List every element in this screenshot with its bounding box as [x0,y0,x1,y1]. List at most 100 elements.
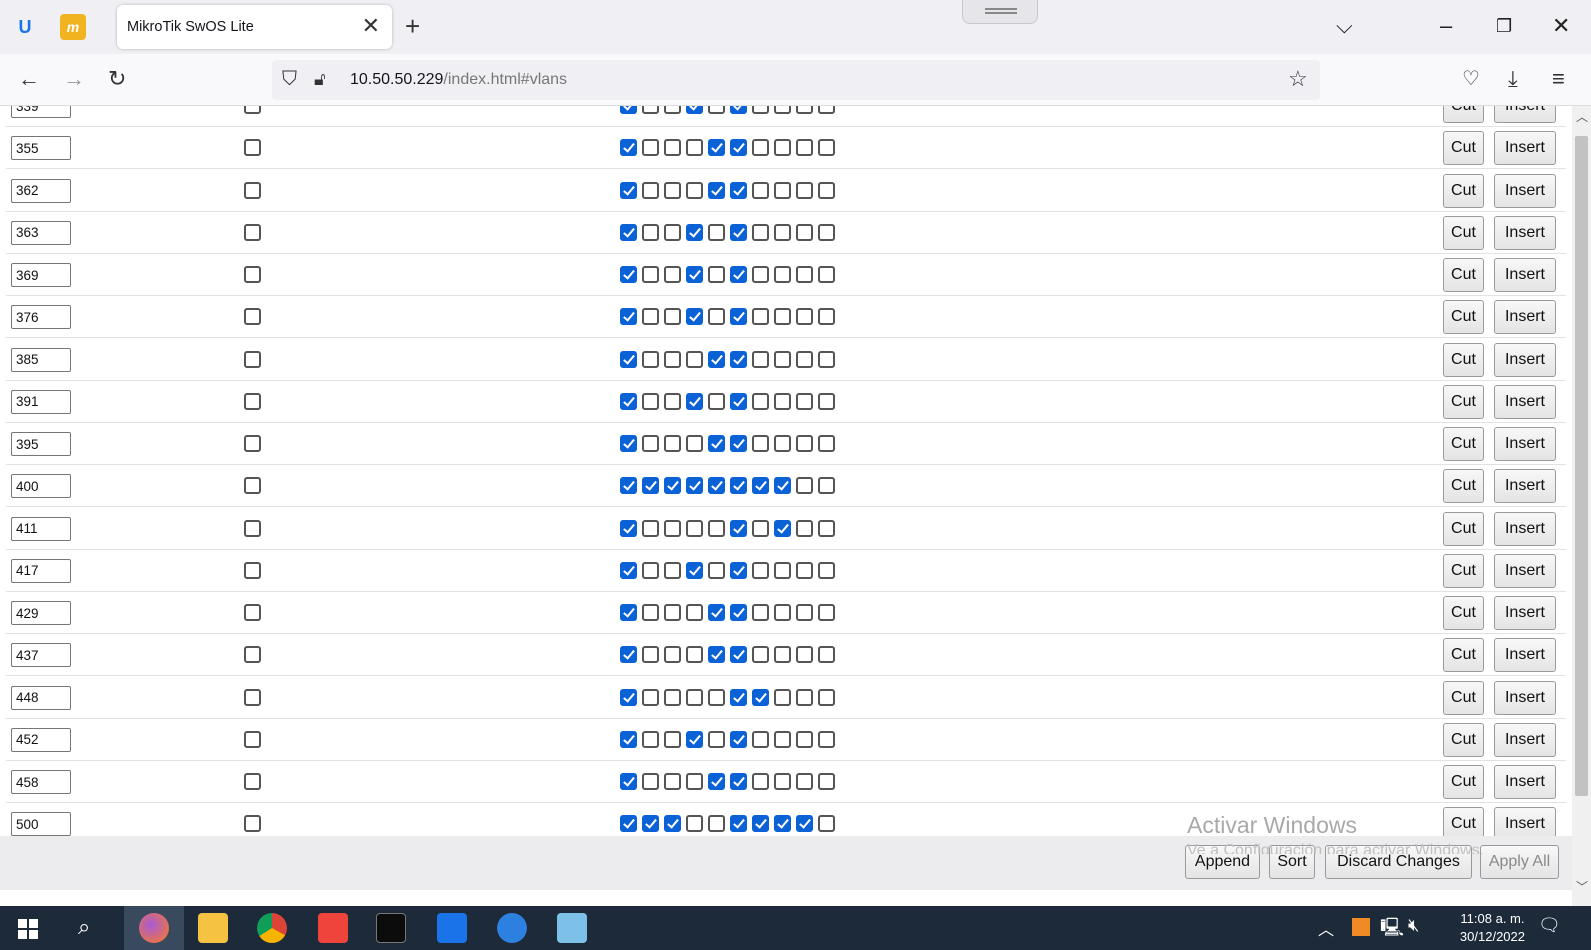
reload-icon[interactable]: ↻ [108,66,126,92]
port-10-member-checkbox[interactable] [818,139,835,157]
cut-button[interactable]: Cut [1443,680,1484,715]
tab-strip-handle[interactable] [962,0,1038,24]
new-tab-icon[interactable]: + [405,13,420,39]
port-4-member-checkbox[interactable] [686,561,703,579]
port-7-member-checkbox[interactable] [752,350,769,368]
port-1-member-checkbox[interactable] [620,561,637,579]
bookmark-star-icon[interactable]: ☆ [1288,66,1308,92]
cut-button[interactable]: Cut [1443,215,1484,250]
forward-icon[interactable]: → [63,66,85,92]
port-3-member-checkbox[interactable] [664,646,681,664]
tab-list-chevron-icon[interactable]: ⌵ [1336,12,1353,40]
unifi-tab-icon[interactable]: U [12,14,38,40]
port-2-member-checkbox[interactable] [642,181,659,199]
insert-button[interactable]: Insert [1494,553,1556,588]
port-2-member-checkbox[interactable] [642,815,659,833]
port-1-member-checkbox[interactable] [620,773,637,790]
vlan-id-input[interactable] [11,178,71,203]
port-9-member-checkbox[interactable] [796,266,813,283]
port-1-member-checkbox[interactable] [620,181,637,199]
port-9-member-checkbox[interactable] [796,392,813,410]
cut-button[interactable]: Cut [1443,131,1484,166]
cut-button[interactable]: Cut [1443,469,1484,504]
insert-button[interactable]: Insert [1494,215,1556,250]
port-5-member-checkbox[interactable] [708,106,725,114]
port-9-member-checkbox[interactable] [796,773,813,790]
port-8-member-checkbox[interactable] [774,223,791,241]
port-8-member-checkbox[interactable] [774,139,791,157]
port-5-member-checkbox[interactable] [708,646,725,664]
port-7-member-checkbox[interactable] [752,181,769,199]
port-8-member-checkbox[interactable] [774,688,791,706]
ivl-learning-checkbox[interactable] [244,106,261,114]
ivl-learning-checkbox[interactable] [244,266,261,283]
port-10-member-checkbox[interactable] [818,223,835,241]
port-8-member-checkbox[interactable] [774,519,791,537]
port-7-member-checkbox[interactable] [752,477,769,495]
port-3-member-checkbox[interactable] [664,139,681,157]
port-9-member-checkbox[interactable] [796,561,813,579]
port-1-member-checkbox[interactable] [620,477,637,495]
port-1-member-checkbox[interactable] [620,688,637,706]
pocket-icon[interactable]: ♡ [1462,66,1480,92]
port-9-member-checkbox[interactable] [796,350,813,368]
port-5-member-checkbox[interactable] [708,773,725,790]
port-7-member-checkbox[interactable] [752,688,769,706]
port-4-member-checkbox[interactable] [686,308,703,326]
vlan-id-input[interactable] [11,474,71,499]
port-4-member-checkbox[interactable] [686,519,703,537]
insert-button[interactable]: Insert [1494,469,1556,504]
port-2-member-checkbox[interactable] [642,266,659,283]
insert-button[interactable]: Insert [1494,511,1556,546]
port-3-member-checkbox[interactable] [664,604,681,621]
port-6-member-checkbox[interactable] [730,646,747,664]
insert-button[interactable]: Insert [1494,596,1556,630]
port-1-member-checkbox[interactable] [620,308,637,326]
port-10-member-checkbox[interactable] [818,730,835,748]
vlan-id-input[interactable] [11,516,71,541]
port-7-member-checkbox[interactable] [752,646,769,664]
vlan-id-input[interactable] [11,727,71,752]
app-menu-icon[interactable]: ≡ [1552,66,1565,92]
port-3-member-checkbox[interactable] [664,730,681,748]
ivl-learning-checkbox[interactable] [244,392,261,410]
port-8-member-checkbox[interactable] [774,350,791,368]
port-10-member-checkbox[interactable] [818,561,835,579]
port-6-member-checkbox[interactable] [730,604,747,621]
insert-button[interactable]: Insert [1494,300,1556,335]
close-window-icon[interactable]: ✕ [1552,12,1570,40]
port-8-member-checkbox[interactable] [774,646,791,664]
ivl-learning-checkbox[interactable] [244,646,261,664]
port-6-member-checkbox[interactable] [730,561,747,579]
port-10-member-checkbox[interactable] [818,688,835,706]
port-4-member-checkbox[interactable] [686,435,703,452]
insecure-lock-icon[interactable]: 🔓︎ [314,66,326,92]
port-2-member-checkbox[interactable] [642,350,659,368]
port-1-member-checkbox[interactable] [620,139,637,157]
port-9-member-checkbox[interactable] [796,223,813,241]
port-10-member-checkbox[interactable] [818,435,835,452]
port-5-member-checkbox[interactable] [708,350,725,368]
port-5-member-checkbox[interactable] [708,181,725,199]
notification-icon[interactable]: 🗨︎ [1538,915,1561,936]
port-8-member-checkbox[interactable] [774,730,791,748]
tray-chevron-icon[interactable]: ︿ [1318,916,1334,940]
port-3-member-checkbox[interactable] [664,308,681,326]
port-2-member-checkbox[interactable] [642,139,659,157]
port-9-member-checkbox[interactable] [796,181,813,199]
port-4-member-checkbox[interactable] [686,139,703,157]
port-4-member-checkbox[interactable] [686,604,703,621]
port-3-member-checkbox[interactable] [664,350,681,368]
firefox-icon[interactable] [124,906,184,950]
port-9-member-checkbox[interactable] [796,604,813,621]
back-icon[interactable]: ← [18,66,40,92]
port-5-member-checkbox[interactable] [708,730,725,748]
network-icon[interactable]: 🖳︎ [1380,915,1404,945]
port-9-member-checkbox[interactable] [796,435,813,452]
port-6-member-checkbox[interactable] [730,139,747,157]
port-10-member-checkbox[interactable] [818,477,835,495]
tray-app-icon[interactable] [1352,918,1370,936]
port-10-member-checkbox[interactable] [818,646,835,664]
port-9-member-checkbox[interactable] [796,106,813,114]
ivl-learning-checkbox[interactable] [244,350,261,368]
